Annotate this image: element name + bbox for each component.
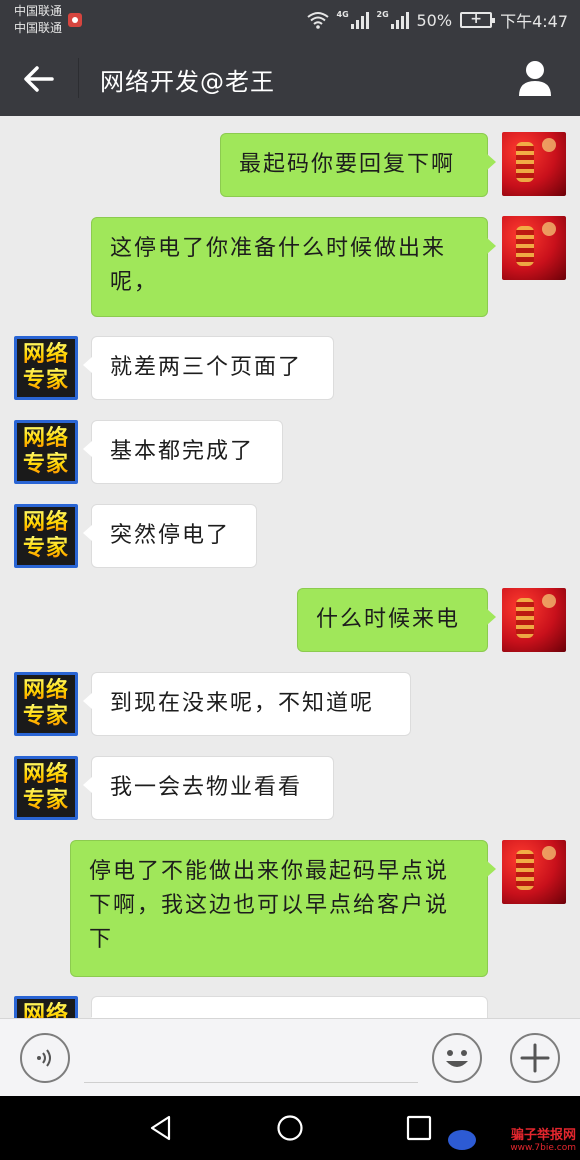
contact-avatar[interactable]: 网络 专家 xyxy=(14,756,78,820)
status-indicators: 4G 2G 50% + 下午4:47 xyxy=(306,9,568,31)
circle-home-icon[interactable] xyxy=(276,1114,304,1142)
battery-charging-icon: + xyxy=(460,11,496,28)
avatar-line-1: 网络 xyxy=(23,1002,69,1018)
my-avatar[interactable] xyxy=(502,588,566,652)
message-list[interactable]: 最起码你要回复下啊 这停电了你准备什么时候做出来呢， 网络 专家 就差两三个页面… xyxy=(0,116,580,1018)
plus-icon xyxy=(520,1043,550,1073)
smiley-icon xyxy=(446,1050,468,1067)
my-avatar[interactable] xyxy=(502,840,566,904)
avatar-line-1: 网络 xyxy=(22,762,69,787)
more-button[interactable] xyxy=(510,1033,560,1083)
avatar-line-1: 网络 xyxy=(22,342,69,367)
input-bar xyxy=(0,1018,580,1096)
avatar-line-2: 专家 xyxy=(22,704,69,729)
contact-avatar[interactable]: 网络 专家 xyxy=(14,420,78,484)
emoji-button[interactable] xyxy=(432,1033,482,1083)
triangle-back-icon[interactable] xyxy=(147,1114,175,1142)
watermark-title: 骗子举报网 xyxy=(510,1128,576,1143)
carrier-label-1: 中国联通 xyxy=(14,4,63,18)
network-type-2: 2G xyxy=(376,10,389,19)
voice-button[interactable] xyxy=(20,1033,70,1083)
message-bubble[interactable]: 什么时候来电 xyxy=(297,588,496,652)
avatar-line-2: 专家 xyxy=(22,368,69,393)
contact-avatar[interactable]: 网络 专家 xyxy=(14,996,78,1018)
person-icon[interactable] xyxy=(518,60,552,96)
watermark-logo xyxy=(448,1130,476,1150)
contact-avatar[interactable]: 网络 专家 xyxy=(14,336,78,400)
message-bubble[interactable]: 这停电了你准备什么时候做出来呢， xyxy=(91,217,496,317)
avatar-line-1: 网络 xyxy=(22,510,69,535)
chat-title: 网络开发@老王 xyxy=(100,68,275,96)
message-input[interactable] xyxy=(84,1041,418,1083)
arrow-left-icon[interactable] xyxy=(22,62,56,96)
contact-avatar[interactable]: 网络 专家 xyxy=(14,504,78,568)
status-bar: 中国联通 中国联通 4G 2G 50% + 下午4:47 xyxy=(0,0,580,40)
avatar-line-1: 网络 xyxy=(22,426,69,451)
wifi-icon xyxy=(306,12,329,29)
my-avatar[interactable] xyxy=(502,216,566,280)
message-bubble[interactable]: 我一会去物业看看 xyxy=(83,756,334,820)
message-bubble[interactable]: 到现在没来呢，不知道呢 xyxy=(83,672,411,736)
carrier-label-2: 中国联通 xyxy=(14,21,63,35)
watermark: 骗子举报网 www.7bie.com xyxy=(510,1128,576,1153)
signal-icon: 4G xyxy=(336,10,369,29)
message-bubble[interactable]: 停电了不能做出来你最起码早点说下啊，我这边也可以早点给客户说下 xyxy=(70,840,496,977)
header-divider xyxy=(78,58,79,98)
clock: 下午4:47 xyxy=(500,12,568,31)
system-navigation-bar: 骗子举报网 www.7bie.com xyxy=(0,1096,580,1160)
avatar-line-2: 专家 xyxy=(22,788,69,813)
contact-avatar[interactable]: 网络 专家 xyxy=(14,672,78,736)
message-bubble[interactable]: 基本都完成了 xyxy=(83,420,283,484)
record-icon xyxy=(68,13,82,27)
avatar-line-1: 网络 xyxy=(22,678,69,703)
network-type-1: 4G xyxy=(336,10,349,19)
my-avatar[interactable] xyxy=(502,132,566,196)
avatar-line-2: 专家 xyxy=(22,536,69,561)
chat-header: 网络开发@老王 xyxy=(0,40,580,116)
battery-percent: 50% xyxy=(416,10,453,30)
message-bubble[interactable] xyxy=(83,996,488,1018)
avatar-line-2: 专家 xyxy=(22,452,69,477)
message-bubble[interactable]: 最起码你要回复下啊 xyxy=(220,133,496,197)
watermark-url: www.7bie.com xyxy=(510,1143,576,1153)
message-bubble[interactable]: 突然停电了 xyxy=(83,504,257,568)
square-recent-icon[interactable] xyxy=(405,1114,433,1142)
message-bubble[interactable]: 就差两三个页面了 xyxy=(83,336,334,400)
signal-icon: 2G xyxy=(376,10,409,29)
voice-icon xyxy=(37,1049,51,1067)
